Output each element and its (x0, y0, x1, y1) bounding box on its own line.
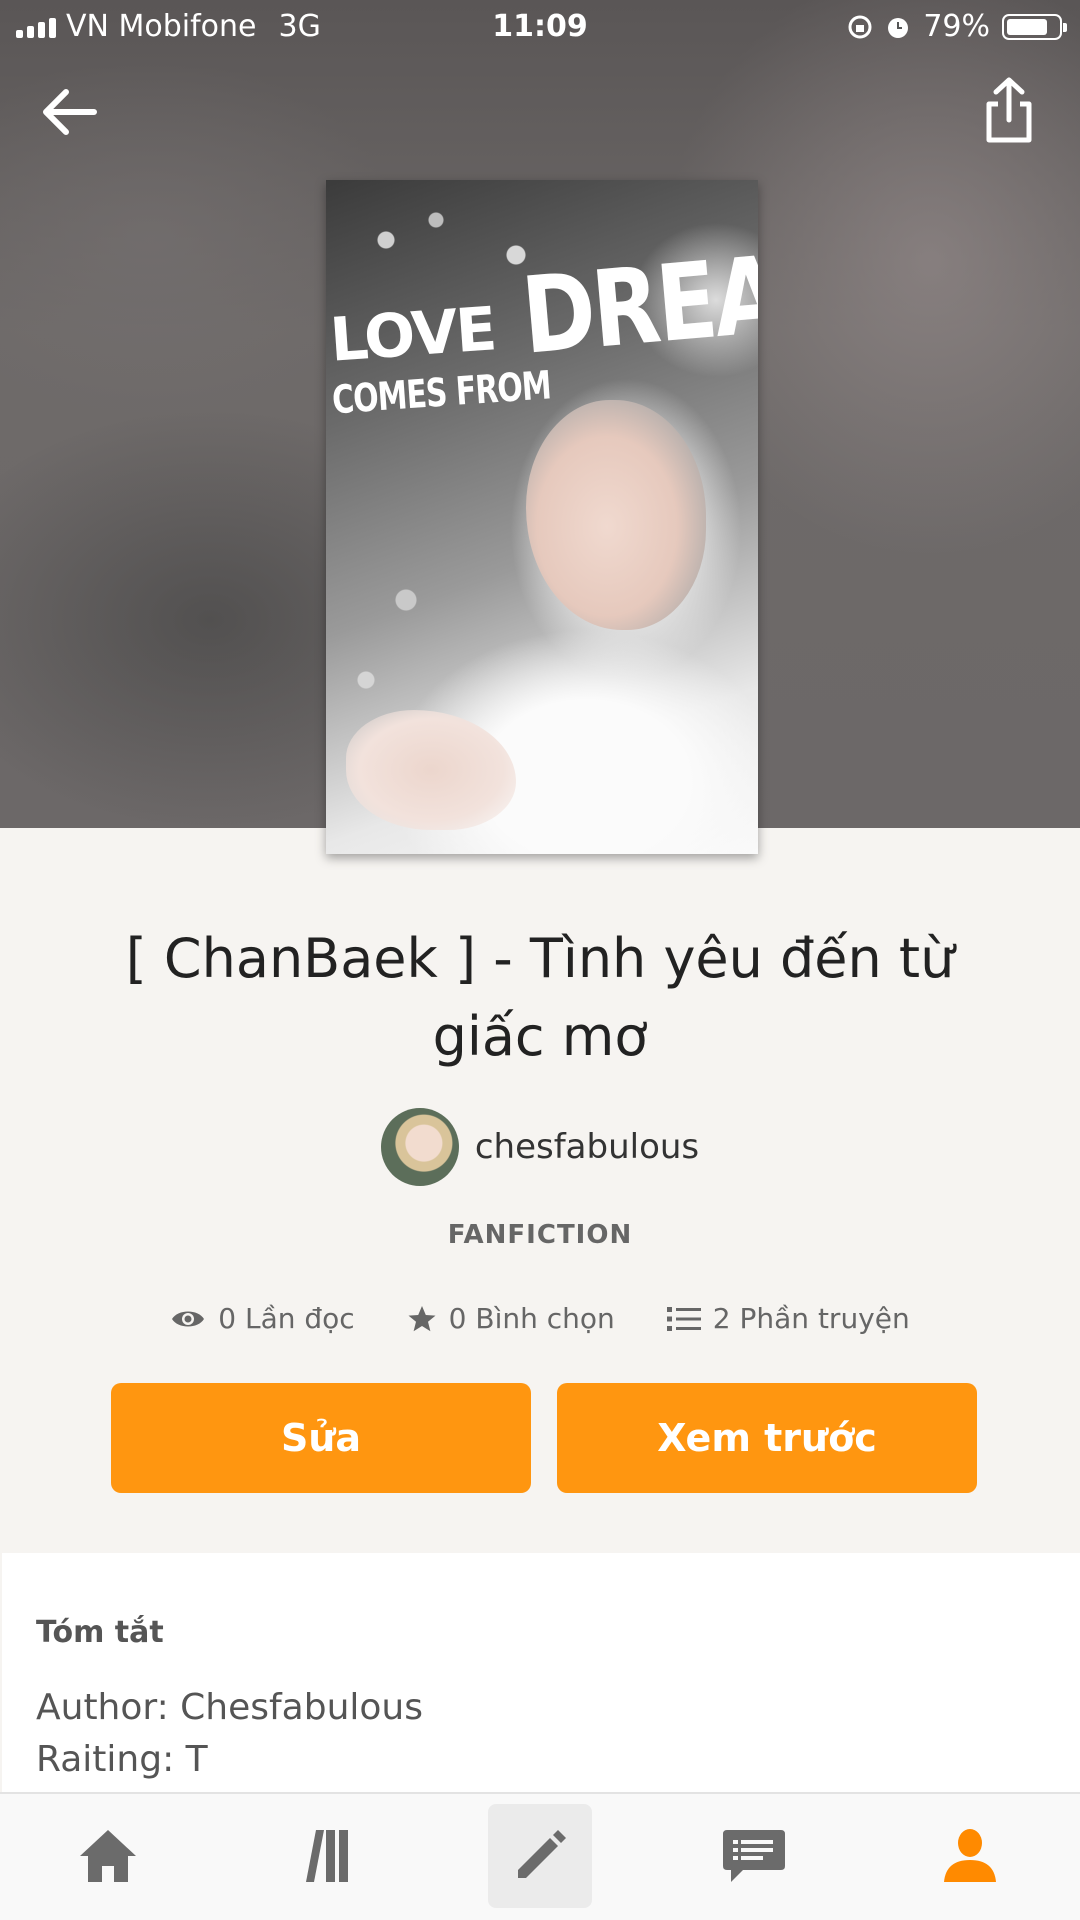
eye-icon (172, 1311, 205, 1326)
story-title: [ ChanBaek ] - Tình yêu đến từ giấc mơ (125, 927, 955, 1068)
story-stats: 0 Lần đọc 0 Bình chọn 2 Phần truyện (0, 1302, 1080, 1335)
bottom-nav (0, 1792, 1080, 1920)
cover-title-love: LOVE (327, 294, 498, 376)
author-row[interactable]: chesfabulous (0, 1108, 1080, 1186)
share-icon (986, 77, 1032, 143)
author-name[interactable]: chesfabulous (475, 1127, 699, 1167)
stat-reads-label: 0 Lần đọc (218, 1302, 355, 1335)
arrow-left-icon (43, 89, 97, 135)
library-icon (306, 1830, 348, 1882)
profile-icon (944, 1829, 996, 1882)
share-button[interactable] (980, 76, 1038, 146)
story-cover[interactable]: DREAM LOVE COMES FROM (326, 180, 758, 854)
nav-home[interactable] (56, 1804, 160, 1908)
status-bar: VN Mobifone 3G 11:09 79% (0, 0, 1080, 54)
home-icon (80, 1830, 136, 1882)
edit-button[interactable]: Sửa (111, 1383, 531, 1493)
summary-line: Raiting: T (36, 1739, 208, 1780)
avatar[interactable] (380, 1108, 459, 1186)
messages-icon (723, 1830, 785, 1882)
stat-parts: 2 Phần truyện (666, 1302, 910, 1335)
cover-portrait (526, 400, 706, 630)
status-right: 79% (847, 9, 1067, 44)
story-category[interactable]: FANFICTION (0, 1220, 1080, 1250)
battery-level (1007, 18, 1047, 35)
back-button[interactable] (38, 82, 102, 142)
battery-percent: 79% (923, 9, 990, 44)
stat-votes: 0 Bình chọn (407, 1302, 615, 1335)
star-icon (408, 1305, 436, 1331)
stat-reads: 0 Lần đọc (170, 1302, 355, 1335)
write-icon (518, 1830, 566, 1878)
stat-votes-label: 0 Bình chọn (448, 1302, 615, 1335)
list-icon (666, 1306, 701, 1331)
alarm-icon (888, 17, 909, 38)
nav-messages[interactable] (702, 1804, 806, 1908)
nav-library[interactable] (272, 1804, 376, 1908)
nav-profile[interactable] (918, 1804, 1022, 1908)
preview-button[interactable]: Xem trước (557, 1383, 977, 1493)
summary-section: Tóm tắt Author: Chesfabulous Raiting: T (2, 1553, 1080, 1793)
stat-parts-label: 2 Phần truyện (712, 1302, 910, 1335)
summary-heading: Tóm tắt (36, 1615, 164, 1650)
cover-title-dream: DREAM (517, 225, 758, 378)
battery-icon (1002, 13, 1067, 40)
rotation-lock-icon (848, 15, 872, 38)
nav-write[interactable] (488, 1804, 592, 1908)
cover-hand (346, 710, 516, 830)
summary-line: Author: Chesfabulous (36, 1687, 423, 1728)
